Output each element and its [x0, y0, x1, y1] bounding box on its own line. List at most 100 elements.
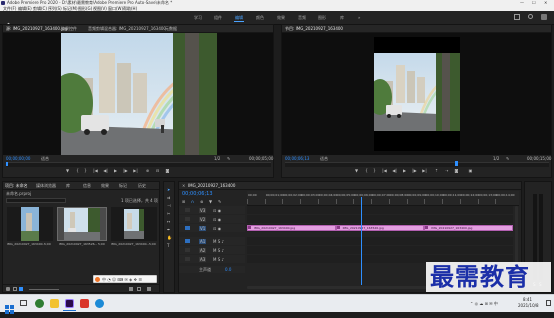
timeline-ruler[interactable]: 00;00 00;00;01;00 00;00;02;00 00;00;03;00 00… — [247, 191, 519, 206]
ime-logo-icon[interactable] — [95, 277, 100, 282]
snap-icon[interactable]: ∩ — [191, 199, 194, 204]
track-header-v1[interactable]: V1 ⊡ ◉ — [179, 224, 245, 232]
eye-icon[interactable]: ⊡ ◉ — [213, 226, 221, 231]
track-select-tool-icon[interactable]: ⇉ — [167, 195, 170, 200]
program-zoom-ratio[interactable]: 1/2 — [493, 156, 499, 161]
share-icon[interactable] — [514, 14, 520, 20]
track-lane-a1[interactable] — [247, 237, 513, 245]
source-patch-toggle[interactable] — [185, 257, 190, 261]
program-playhead[interactable] — [455, 161, 458, 166]
track-lane-v2[interactable] — [247, 215, 513, 223]
workspace-tab-assembly[interactable]: 组件 — [214, 15, 222, 21]
pen-tool-icon[interactable]: ✒ — [167, 227, 170, 232]
tab-sequence[interactable]: IMG_20210927_163400 — [188, 183, 235, 188]
slip-tool-icon[interactable]: ↔ — [167, 219, 170, 224]
razor-tool-icon[interactable]: ✂ — [167, 211, 170, 216]
hand-tool-icon[interactable]: ✋ — [167, 235, 172, 240]
insert-icon[interactable]: ⊕ — [145, 168, 150, 173]
tab-effect-controls[interactable]: 效果控件 — [61, 26, 77, 31]
trash-icon[interactable] — [147, 287, 151, 291]
source-playhead[interactable] — [6, 162, 8, 166]
workspace-tab-effects[interactable]: 效果 — [277, 15, 285, 21]
track-lane-v3[interactable] — [247, 206, 513, 214]
timeline-close-icon[interactable]: × — [182, 183, 185, 188]
source-scrub-bar[interactable] — [6, 162, 271, 167]
program-fit-dropdown[interactable]: 适合 — [320, 156, 328, 161]
source-patch-toggle[interactable] — [185, 248, 190, 252]
new-bin-icon[interactable] — [129, 287, 133, 291]
selection-tool-icon[interactable]: ➤ — [167, 187, 170, 192]
add-marker-icon[interactable]: ▼ — [65, 168, 70, 173]
step-forward-icon[interactable]: |▶ — [123, 168, 128, 173]
extract-icon[interactable]: ⇢ — [444, 168, 449, 173]
taskbar-app-edge-icon[interactable] — [95, 299, 104, 308]
system-tray-icons[interactable]: ⌃ ◎ ☁ ⊞ ✉ 中 — [470, 301, 498, 306]
workspace-tab-libraries[interactable]: 库 — [340, 15, 344, 21]
tab-libraries[interactable]: 库 — [66, 183, 70, 188]
timeline-settings-icon[interactable]: ✎ — [218, 199, 221, 204]
minimize-button[interactable]: — — [520, 0, 524, 5]
eye-icon[interactable]: ⊡ ◉ — [213, 217, 221, 222]
program-wrench-icon[interactable]: ✎ — [506, 156, 509, 161]
tab-source[interactable]: 源: IMG_20210927_163400.jpg — [6, 26, 67, 31]
notifications-icon[interactable] — [541, 14, 547, 20]
home-icon[interactable] — [5, 14, 12, 29]
add-marker-icon[interactable]: ▼ — [209, 199, 212, 204]
taskbar-app-red-icon[interactable] — [80, 299, 89, 308]
project-search-input[interactable] — [6, 198, 66, 203]
timeline-timecode[interactable]: 00;00;06;13 — [182, 191, 213, 197]
taskbar-app-premiere-icon[interactable] — [65, 299, 74, 308]
tab-markers[interactable]: 标记 — [119, 183, 127, 188]
workspace-tab-learn[interactable]: 学习 — [194, 15, 202, 21]
program-play-icon[interactable]: ▶ — [402, 168, 407, 173]
tab-media-browser[interactable]: 媒体浏览器 — [36, 183, 56, 188]
track-lane-a2[interactable] — [247, 246, 513, 254]
source-patch-toggle[interactable] — [185, 226, 190, 230]
source-timecode-left[interactable]: 00;00;00;00 — [6, 156, 30, 161]
workspace-more-icon[interactable]: » — [358, 15, 360, 20]
timeline-clip[interactable]: IMG_20210927_163526.jpg — [335, 225, 425, 231]
step-back-icon[interactable]: ◀| — [103, 168, 108, 173]
project-thumbnail[interactable] — [111, 207, 157, 241]
program-export-frame-icon[interactable]: ◙ — [454, 168, 459, 173]
list-view-icon[interactable] — [13, 287, 17, 291]
comparison-view-icon[interactable]: ▣ — [468, 168, 473, 173]
workspace-tab-color[interactable]: 颜色 — [256, 15, 264, 21]
tab-audio-clip-mixer[interactable]: 音频剪辑混合器: IMG_20210927_163400 — [88, 26, 166, 31]
project-thumbnail[interactable] — [7, 207, 53, 241]
source-patch-toggle[interactable] — [185, 217, 190, 221]
source-patch-toggle[interactable] — [185, 208, 190, 212]
play-icon[interactable]: ▶ — [113, 168, 118, 173]
close-button[interactable]: ✕ — [544, 0, 547, 5]
mark-out-icon[interactable]: } — [83, 168, 88, 173]
go-to-in-icon[interactable]: |◀ — [93, 168, 98, 173]
program-mark-in-icon[interactable]: { — [364, 168, 369, 173]
wrench-icon[interactable]: ✎ — [227, 156, 230, 161]
tab-effects[interactable]: 效果 — [101, 183, 109, 188]
track-header-a3[interactable]: A3 M S ♪ — [179, 255, 245, 263]
tab-info[interactable]: 信息 — [83, 183, 91, 188]
program-timecode-left[interactable]: 00;00;06;13 — [285, 156, 309, 161]
taskbar-app-explorer-icon[interactable] — [50, 299, 59, 308]
ime-tools-icon[interactable]: 中 ◔ ☺ ⌨ ✉ ◈ ❖ ☰ — [102, 277, 142, 282]
source-fit-dropdown[interactable]: 适合 — [41, 156, 49, 161]
program-mark-out-icon[interactable]: } — [372, 168, 377, 173]
mark-in-icon[interactable]: { — [75, 168, 80, 173]
tab-project[interactable]: 项目: 未命名 — [5, 183, 28, 188]
overwrite-icon[interactable]: ⊟ — [155, 168, 160, 173]
workspace-tab-graphics[interactable]: 图形 — [318, 15, 326, 21]
master-volume-value[interactable]: 0.0 — [225, 267, 231, 272]
lift-icon[interactable]: ⇡ — [434, 168, 439, 173]
mute-solo-icon[interactable]: M S ♪ — [213, 248, 224, 253]
taskbar-app-chrome-icon[interactable] — [35, 299, 44, 308]
program-add-marker-icon[interactable]: ▼ — [354, 168, 359, 173]
tab-metadata[interactable]: 元数据 — [165, 26, 177, 31]
source-zoom-ratio[interactable]: 1/2 — [214, 156, 220, 161]
source-patch-toggle[interactable] — [185, 239, 190, 243]
go-to-out-icon[interactable]: ▶| — [133, 168, 138, 173]
tab-history[interactable]: 历史 — [138, 183, 146, 188]
eye-icon[interactable]: ⊡ ◉ — [213, 208, 221, 213]
mute-solo-icon[interactable]: M S ♪ — [213, 257, 224, 262]
program-go-to-out-icon[interactable]: ▶| — [422, 168, 427, 173]
program-step-forward-icon[interactable]: |▶ — [412, 168, 417, 173]
